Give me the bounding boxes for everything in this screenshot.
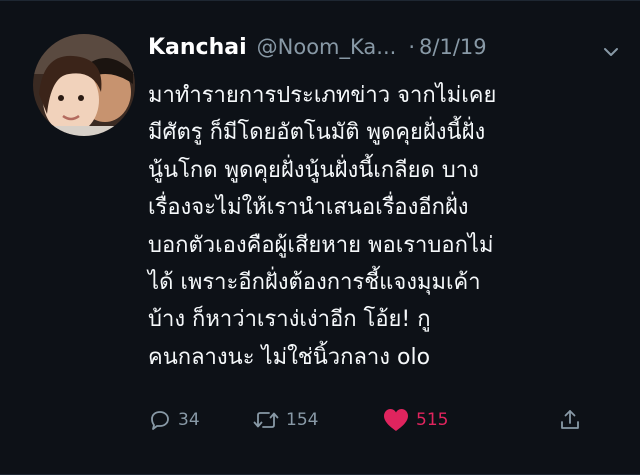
tweet-text-line: มีศัตรู ก็มีโดยอัตโนมัติ พูดคุยฝั่งนี้ฝั… xyxy=(148,120,486,146)
tweet-actions: 34 154 515 xyxy=(148,405,622,435)
tweet-card[interactable]: Kanchai @Noom_Ka... · 8/1/19 มาทำรายการป… xyxy=(0,0,640,475)
tweet-text-line: คนกลางนะ ไม่ใช่นิ้วกลาง olo xyxy=(148,344,431,370)
retweet-count: 154 xyxy=(286,410,319,430)
reply-icon xyxy=(151,411,169,430)
avatar[interactable] xyxy=(33,34,135,136)
avatar-image xyxy=(33,34,135,136)
chevron-down-icon[interactable] xyxy=(600,41,622,63)
author-handle[interactable]: @Noom_Ka... xyxy=(257,35,397,59)
tweet-text: มาทำรายการประเภทข่าว จากไม่เคย มีศัตรู ก… xyxy=(148,77,618,376)
reply-count: 34 xyxy=(178,410,200,430)
share-icon xyxy=(561,410,579,429)
like-button[interactable]: 515 xyxy=(382,407,482,433)
tweet-date[interactable]: 8/1/19 xyxy=(419,35,487,59)
retweet-icon xyxy=(253,412,279,428)
author-name[interactable]: Kanchai xyxy=(148,35,247,60)
tweet-text-line: บอกตัวเองคือผู้เสียหาย พอเราบอกไม่ xyxy=(148,232,494,258)
tweet-header: Kanchai @Noom_Ka... · 8/1/19 xyxy=(148,35,622,71)
tweet-text-line: เรื่องจะไม่ให้เรานำเสนอเรื่องอีกฝั่ง xyxy=(148,195,469,221)
tweet-text-line: ได้ เพราะอีกฝั่งต้องการชี้แจงมุมเค้า xyxy=(148,270,481,296)
tweet-text-line: บ้าง ก็หาว่าเราง่เง่าอีก โอ้ย! กู xyxy=(148,307,431,333)
heart-icon xyxy=(384,409,408,431)
retweet-button[interactable]: 154 xyxy=(252,408,352,432)
like-count: 515 xyxy=(416,410,449,430)
tweet-text-line: มาทำรายการประเภทข่าว จากไม่เคย xyxy=(148,83,497,108)
tweet-text-line: นู้นโกด พูดคุยฝั่งนู้นฝั่งนี้เกลียด บาง xyxy=(148,157,479,183)
reply-button[interactable]: 34 xyxy=(148,408,222,432)
separator: · xyxy=(408,35,416,59)
share-button[interactable] xyxy=(558,408,588,432)
